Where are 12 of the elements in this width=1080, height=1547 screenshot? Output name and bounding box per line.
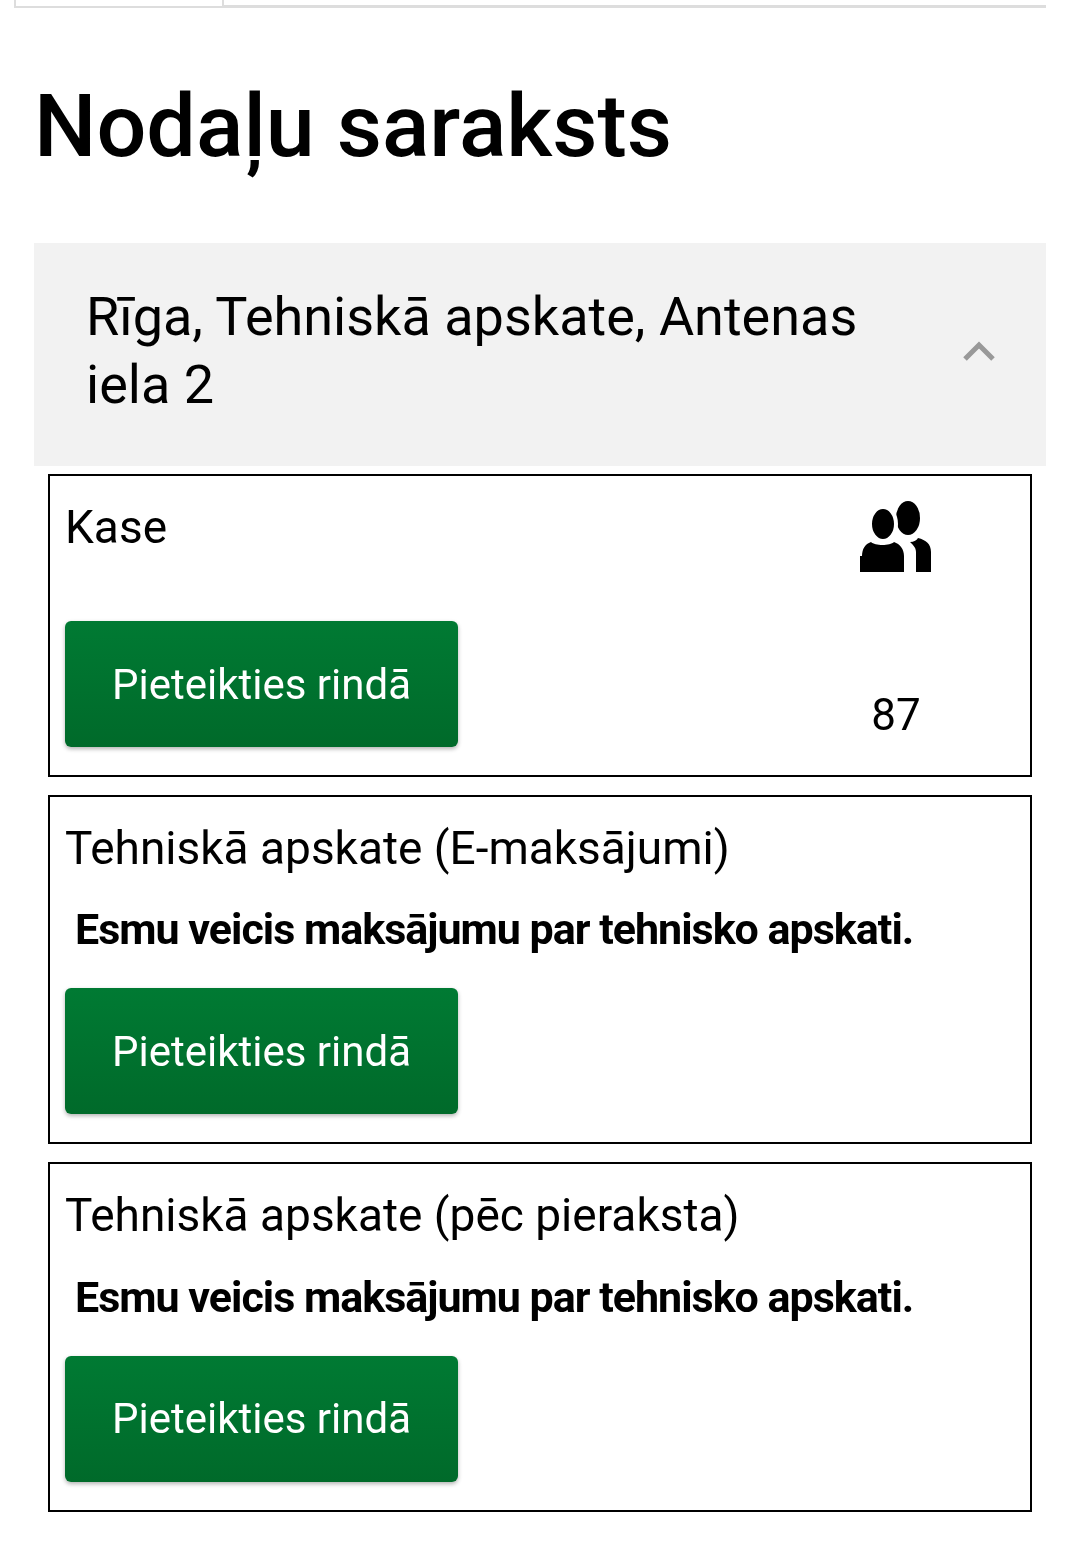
- service-name: Tehniskā apskate (E-maksājumi): [65, 821, 731, 877]
- branch-header[interactable]: Rīga, Tehniskā apskate, Antenas iela 2: [34, 242, 1046, 466]
- join-queue-button[interactable]: Pieteikties rindā: [65, 988, 458, 1115]
- branch-title: Rīga, Tehniskā apskate, Antenas iela 2: [86, 283, 859, 419]
- join-queue-button[interactable]: Pieteikties rindā: [65, 1355, 458, 1482]
- join-queue-button[interactable]: Pieteikties rindā: [65, 621, 458, 748]
- people-icon: [860, 499, 932, 572]
- payment-note: Esmu veicis maksājumu par tehnisko apskati.: [75, 1271, 915, 1322]
- payment-note: Esmu veicis maksājumu par tehnisko apskati.: [75, 904, 915, 955]
- queue-count: 87: [871, 689, 921, 742]
- service-name: Kase: [65, 499, 169, 556]
- service-name: Tehniskā apskate (pēc pieraksta): [65, 1188, 741, 1244]
